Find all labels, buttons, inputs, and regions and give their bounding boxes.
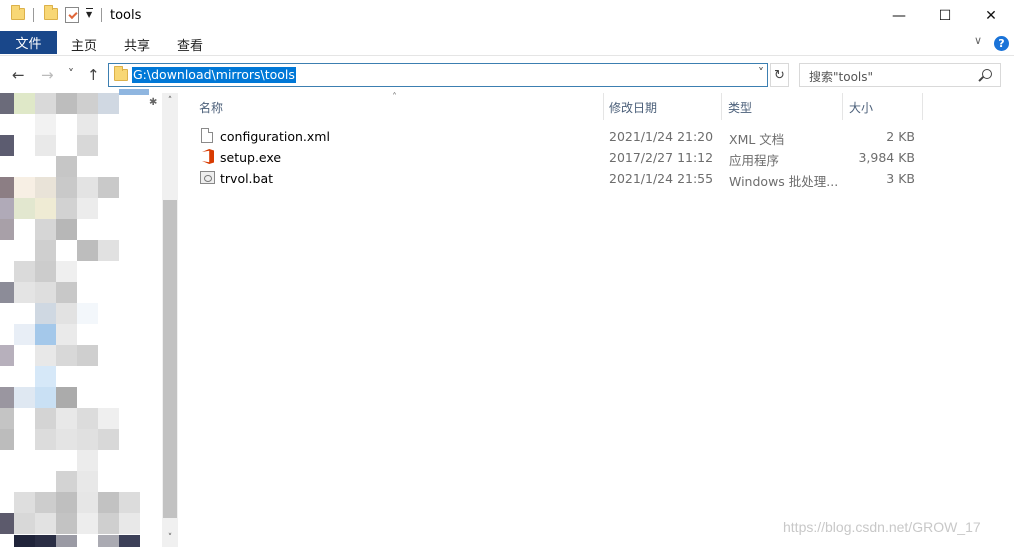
- office-setup-icon: [202, 149, 214, 164]
- scrollbar-thumb[interactable]: [163, 200, 177, 518]
- tab-file[interactable]: 文件: [0, 31, 57, 54]
- navigation-scrollbar[interactable]: ˄ ˅: [162, 93, 178, 547]
- new-folder-icon[interactable]: [44, 5, 58, 20]
- ribbon: 文件 主页 共享 查看 ∨ ?: [0, 31, 1014, 56]
- search-icon[interactable]: [982, 69, 992, 79]
- file-date: 2017/2/27 11:12: [609, 150, 714, 165]
- table-row[interactable]: setup.exe 2017/2/27 11:12 应用程序 3,984 KB: [198, 147, 928, 168]
- file-name[interactable]: configuration.xml: [220, 129, 330, 144]
- forward-button[interactable]: →: [41, 66, 54, 84]
- file-list: ˄ 名称 修改日期 类型 大小 configuration.xml 2021/1…: [180, 92, 1014, 547]
- address-dropdown-icon[interactable]: ˅: [758, 66, 764, 80]
- window-title: tools: [110, 8, 142, 23]
- watermark: https://blog.csdn.net/GROW_17: [783, 519, 981, 535]
- close-button[interactable]: ✕: [968, 0, 1014, 31]
- title-bar: ▼ tools — ☐ ✕: [0, 0, 1014, 31]
- column-divider[interactable]: [842, 93, 843, 120]
- file-date: 2021/1/24 21:20: [609, 129, 714, 144]
- title-separator: [101, 8, 102, 22]
- column-divider[interactable]: [603, 93, 604, 120]
- folder-icon: [11, 5, 25, 20]
- batch-file-icon: [200, 171, 215, 184]
- table-row[interactable]: trvol.bat 2021/1/24 21:55 Windows 批处理...…: [198, 168, 928, 189]
- tab-home[interactable]: 主页: [71, 35, 97, 54]
- navigation-pane[interactable]: [0, 89, 178, 547]
- tab-view[interactable]: 查看: [177, 35, 203, 54]
- address-text[interactable]: G:\download\mirrors\tools: [132, 67, 296, 83]
- help-icon[interactable]: ?: [994, 36, 1009, 51]
- refresh-button[interactable]: ↻: [770, 63, 789, 87]
- toolbar-separator: [33, 8, 34, 22]
- properties-icon[interactable]: [65, 7, 79, 23]
- minimize-button[interactable]: —: [876, 0, 922, 31]
- maximize-button[interactable]: ☐: [922, 0, 968, 31]
- navigation-bar: ← → ˅ ↑ G:\download\mirrors\tools ˅ ↻ 搜索…: [0, 57, 1014, 93]
- scroll-up-icon[interactable]: ˄: [162, 93, 178, 109]
- pin-icon[interactable]: ✱: [149, 97, 157, 108]
- quick-access-dropdown-icon[interactable]: ▼: [86, 8, 94, 19]
- column-divider[interactable]: [721, 93, 722, 120]
- column-header-name[interactable]: 名称: [199, 99, 223, 116]
- recent-locations-button[interactable]: ˅: [68, 67, 74, 81]
- scroll-down-icon[interactable]: ˅: [162, 530, 178, 546]
- tab-share[interactable]: 共享: [124, 35, 150, 54]
- search-input[interactable]: 搜索"tools": [809, 68, 873, 85]
- file-type: XML 文档: [729, 132, 785, 147]
- column-header-size[interactable]: 大小: [849, 99, 873, 116]
- file-type: 应用程序: [729, 153, 780, 168]
- address-bar[interactable]: G:\download\mirrors\tools ˅: [108, 63, 768, 87]
- file-size: 2 KB: [886, 129, 915, 144]
- column-header-date[interactable]: 修改日期: [609, 99, 657, 116]
- table-row[interactable]: configuration.xml 2021/1/24 21:20 XML 文档…: [198, 126, 928, 147]
- column-header-type[interactable]: 类型: [728, 99, 752, 116]
- file-name[interactable]: setup.exe: [220, 150, 281, 165]
- xml-file-icon: [201, 128, 213, 143]
- file-type: Windows 批处理...: [729, 174, 839, 189]
- folder-icon: [114, 66, 128, 81]
- column-divider[interactable]: [922, 93, 923, 120]
- back-button[interactable]: ←: [12, 66, 25, 84]
- search-box[interactable]: 搜索"tools": [799, 63, 1001, 87]
- expand-ribbon-icon[interactable]: ∨: [974, 34, 982, 47]
- file-size: 3,984 KB: [858, 150, 915, 165]
- file-name[interactable]: trvol.bat: [220, 171, 273, 186]
- file-size: 3 KB: [886, 171, 915, 186]
- sort-ascending-icon: ˄: [392, 92, 397, 103]
- file-date: 2021/1/24 21:55: [609, 171, 714, 186]
- up-button[interactable]: ↑: [87, 66, 100, 84]
